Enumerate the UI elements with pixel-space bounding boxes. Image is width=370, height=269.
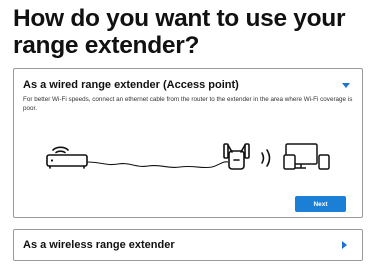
- wifi-signal-icon: [261, 149, 271, 167]
- router-icon: [46, 146, 88, 169]
- chevron-right-icon[interactable]: [342, 241, 347, 249]
- next-button[interactable]: Next: [295, 196, 346, 212]
- page-title: How do you want to use your range extend…: [13, 5, 346, 59]
- wired-setup-illustration: [46, 143, 330, 170]
- option-wireless-title[interactable]: As a wireless range extender: [23, 239, 175, 251]
- ethernet-cable-icon: [86, 161, 229, 169]
- option-wired-card[interactable]: As a wired range extender (Access point)…: [13, 68, 363, 218]
- option-wireless-card[interactable]: As a wireless range extender: [13, 229, 363, 261]
- devices-icon: [283, 143, 330, 170]
- range-extender-icon: [223, 143, 250, 170]
